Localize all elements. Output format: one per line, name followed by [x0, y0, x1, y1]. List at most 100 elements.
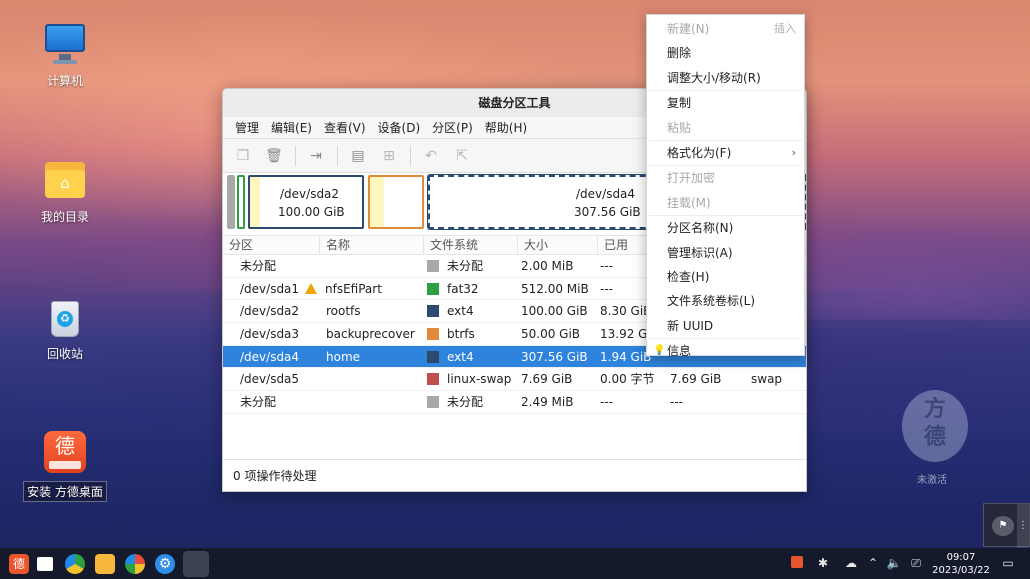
cell-partition: /dev/sda1 [240, 278, 299, 300]
chevron-up-icon[interactable]: ⌃ [866, 548, 880, 579]
desktop-icon-trash[interactable]: ♻ 回收站 [20, 295, 110, 362]
cell-text: /dev/sda2 [240, 304, 300, 319]
menu-partition[interactable]: 分区(P) [426, 117, 479, 138]
cell-text: 7.69 GiB [521, 372, 573, 387]
tray-app-icon[interactable] [789, 548, 805, 579]
cell-partition: 未分配 [240, 391, 276, 413]
cell-text: 2.49 MiB [521, 395, 574, 410]
cell-text: 7.69 GiB [670, 372, 722, 387]
clock-date: 2023/03/22 [932, 565, 990, 576]
cell-text: --- [670, 395, 683, 410]
table-row[interactable]: /dev/sda5 linux-swap 7.69 GiB 0.00 字节 7.69 G… [223, 368, 806, 392]
taskbar: 德 ⚙ ✱ ☁ ⌃ 🔈 ⎚ 09:07 2023/03/22 ▭ [0, 548, 1030, 579]
menu-item-label: 挂载(M) [667, 195, 711, 210]
cell-text: linux-swap [447, 372, 512, 387]
desktop-icon-computer[interactable]: 计算机 [20, 22, 110, 89]
cell-text: /dev/sda5 [240, 372, 300, 387]
cell-name: nfsEfiPart [305, 278, 382, 300]
menu-item-label: 格式化为(F) [667, 145, 732, 160]
cell-fs: btrfs [427, 323, 475, 345]
multitask-icon[interactable] [37, 557, 53, 571]
context-menu-item[interactable]: 新建(N) 插入 [647, 17, 804, 41]
context-menu-item[interactable]: 文件系统卷标(L) [647, 289, 804, 313]
menu-help[interactable]: 帮助(H) [479, 117, 533, 138]
disk-utility-icon[interactable] [183, 551, 209, 577]
cell-text: --- [600, 281, 613, 296]
cell-name: rootfs [326, 300, 361, 322]
context-menu: 新建(N) 插入 删除调整大小/移动(R) 复制粘贴格式化为(F) › 打开加密挂载(M)… [646, 14, 805, 358]
context-menu-item[interactable]: 调整大小/移动(R) [647, 66, 804, 90]
taskbar-clock[interactable]: 09:07 2023/03/22 [930, 551, 992, 577]
menu-view[interactable]: 查看(V) [318, 117, 372, 138]
column-partition[interactable]: 分区 [223, 236, 319, 255]
cell-text: /dev/sda4 [240, 349, 300, 364]
app-store-icon[interactable] [125, 554, 145, 574]
bluetooth-icon[interactable]: ✱ [815, 548, 831, 579]
notification-widget[interactable]: ⚑ ⋮ [983, 503, 1030, 548]
more-icon[interactable]: ⋮ [1017, 504, 1029, 548]
context-menu-item[interactable]: 检查(H) [647, 265, 804, 289]
new-partition-icon[interactable]: ❐ [231, 144, 255, 168]
context-menu-item[interactable]: 分区名称(N) [647, 216, 804, 240]
table-row[interactable]: 未分配 未分配 2.49 MiB --- --- [223, 391, 806, 414]
home-folder-icon: ⌂ [43, 158, 87, 202]
menu-manage[interactable]: 管理 [229, 117, 265, 138]
volume-icon[interactable]: 🔈 [886, 548, 902, 579]
cell-text: 未分配 [240, 395, 277, 410]
status-bar: 0 项操作待处理 [223, 459, 806, 491]
cell-text: 8.30 GiB [600, 304, 652, 319]
context-menu-item[interactable]: 新 UUID [647, 314, 804, 338]
menu-device[interactable]: 设备(D) [372, 117, 427, 138]
context-menu-item[interactable]: 删除 [647, 41, 804, 65]
desktop-icon-home[interactable]: ⌂ 我的目录 [20, 158, 110, 225]
cell-text: /dev/sda3 [240, 327, 300, 342]
column-size[interactable]: 大小 [517, 236, 597, 255]
menu-item-label: 打开加密 [667, 171, 716, 186]
partition-block-sda1[interactable] [237, 175, 245, 229]
installer-icon: 德 [43, 431, 87, 475]
warning-icon [305, 282, 317, 294]
cell-name: backuprecover [326, 323, 415, 345]
cloud-icon[interactable]: ☁ [842, 548, 860, 579]
apply-icon[interactable]: ⇱ [450, 144, 474, 168]
recycle-bin-icon: ♻ [43, 295, 87, 339]
paste-icon[interactable]: ⊞ [377, 144, 401, 168]
clock-time: 09:07 [946, 552, 976, 563]
resize-move-icon[interactable]: ⇥ [304, 144, 328, 168]
files-icon[interactable] [95, 554, 115, 574]
partition-block-sda2[interactable]: /dev/sda2 100.00 GiB [248, 175, 364, 229]
context-menu-item[interactable]: 粘贴 [647, 116, 804, 140]
cell-text: ext4 [447, 349, 474, 364]
fangde-launcher-icon[interactable]: 德 [9, 554, 29, 574]
cell-size: 2.00 MiB [521, 255, 573, 277]
context-menu-item[interactable]: 管理标识(A) [647, 241, 804, 265]
column-name[interactable]: 名称 [319, 236, 423, 255]
cell-text: nfsEfiPart [325, 281, 382, 296]
network-icon[interactable]: ⎚ [908, 548, 924, 579]
menu-item-label: 粘贴 [667, 120, 692, 135]
copy-icon[interactable]: ▤ [346, 144, 370, 168]
menu-item-label: 调整大小/移动(R) [667, 70, 761, 85]
cell-text: fat32 [447, 281, 479, 296]
partition-block-unallocated[interactable] [227, 175, 235, 229]
column-filesystem[interactable]: 文件系统 [423, 236, 517, 255]
cell-name: home [326, 346, 360, 368]
settings-icon[interactable]: ⚙ [155, 554, 175, 574]
menu-edit[interactable]: 编辑(E) [265, 117, 318, 138]
cell-partition: /dev/sda2 [240, 300, 299, 322]
browser-icon[interactable] [65, 554, 85, 574]
undo-icon[interactable]: ↶ [419, 144, 443, 168]
context-menu-item[interactable]: 💡 信息 [647, 339, 804, 363]
delete-icon[interactable]: 🗑 [262, 144, 286, 168]
cell-fs: ext4 [427, 346, 474, 368]
context-menu-item[interactable]: 格式化为(F) › [647, 141, 804, 165]
context-menu-item[interactable]: 打开加密 [647, 166, 804, 190]
partition-block-sda3[interactable] [368, 175, 424, 229]
partition-block-device: /dev/sda4 [576, 187, 636, 201]
desktop-icon-installer[interactable]: 德 安装 方德桌面 [20, 431, 110, 502]
context-menu-item[interactable]: 挂载(M) [647, 191, 804, 215]
filesystem-color-swatch [427, 396, 439, 409]
notification-center-icon[interactable]: ▭ [1000, 548, 1016, 579]
context-menu-item[interactable]: 复制 [647, 91, 804, 115]
menu-item-label: 检查(H) [667, 269, 710, 284]
